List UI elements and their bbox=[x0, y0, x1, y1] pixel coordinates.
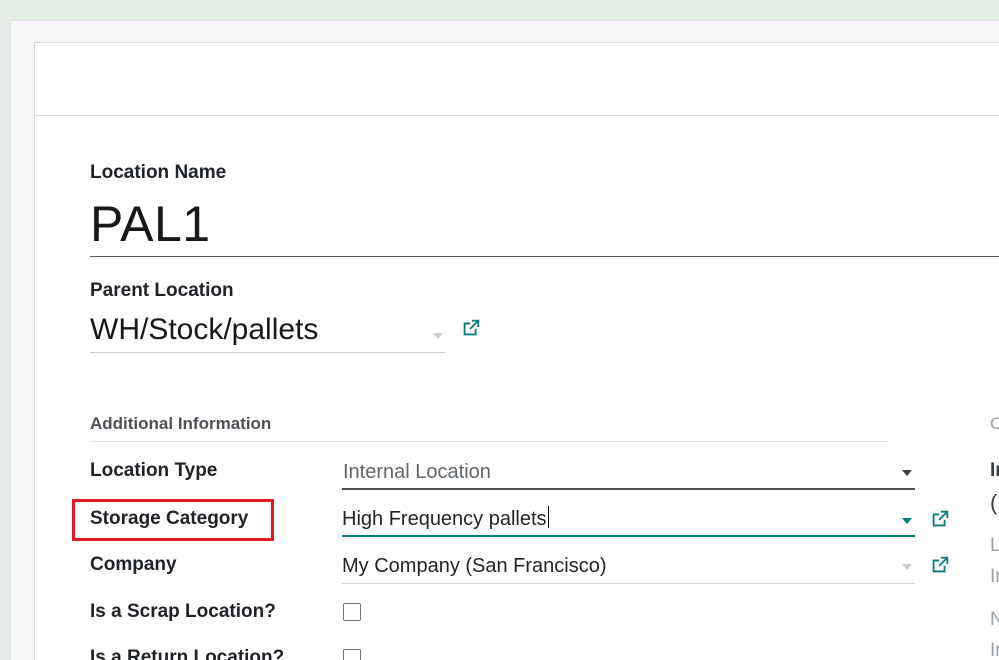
storage-category-value: High Frequency pallets bbox=[342, 508, 547, 530]
company-dropdown-icon[interactable] bbox=[902, 564, 912, 570]
storage-category-external-link-icon[interactable] bbox=[929, 508, 951, 530]
return-location-checkbox[interactable] bbox=[343, 649, 361, 660]
text-cursor bbox=[547, 506, 550, 528]
company-label: Company bbox=[90, 554, 177, 575]
parent-location-dropdown-icon[interactable] bbox=[433, 333, 443, 339]
right-sub-2: In bbox=[990, 566, 999, 587]
location-type-value: Internal Location bbox=[343, 461, 491, 483]
company-input[interactable]: My Company (San Francisco) bbox=[342, 550, 915, 584]
additional-information-section-title: Additional Information bbox=[90, 414, 888, 442]
form-statusbar bbox=[35, 43, 999, 116]
company-external-link-icon[interactable] bbox=[929, 554, 951, 576]
parent-location-external-link-icon[interactable] bbox=[460, 317, 482, 339]
parent-location-input[interactable]: WH/Stock/pallets bbox=[90, 309, 445, 353]
right-label: In bbox=[990, 460, 999, 481]
right-sub-1: L bbox=[990, 535, 999, 557]
storage-category-input[interactable]: High Frequency pallets bbox=[342, 503, 915, 537]
location-type-dropdown-icon[interactable] bbox=[902, 470, 912, 476]
parent-location-label: Parent Location bbox=[90, 280, 234, 301]
location-type-label: Location Type bbox=[90, 460, 218, 481]
form-sheet: Location Name PAL1 Parent Location WH/St… bbox=[34, 42, 999, 660]
storage-category-dropdown-icon[interactable] bbox=[902, 518, 912, 524]
right-section-title: C bbox=[990, 414, 999, 434]
storage-category-label: Storage Category bbox=[90, 508, 249, 529]
company-value: My Company (San Francisco) bbox=[342, 555, 607, 577]
return-location-label: Is a Return Location? bbox=[90, 647, 285, 660]
right-sub-4: In bbox=[990, 640, 999, 660]
right-sub-3: N bbox=[990, 609, 999, 631]
scrap-location-checkbox[interactable] bbox=[343, 603, 361, 621]
location-name-label: Location Name bbox=[90, 162, 227, 183]
scrap-location-label: Is a Scrap Location? bbox=[90, 601, 276, 622]
location-name-input[interactable]: PAL1 bbox=[90, 193, 999, 257]
right-paren: ( bbox=[990, 490, 998, 515]
location-type-select[interactable]: Internal Location bbox=[342, 456, 915, 490]
